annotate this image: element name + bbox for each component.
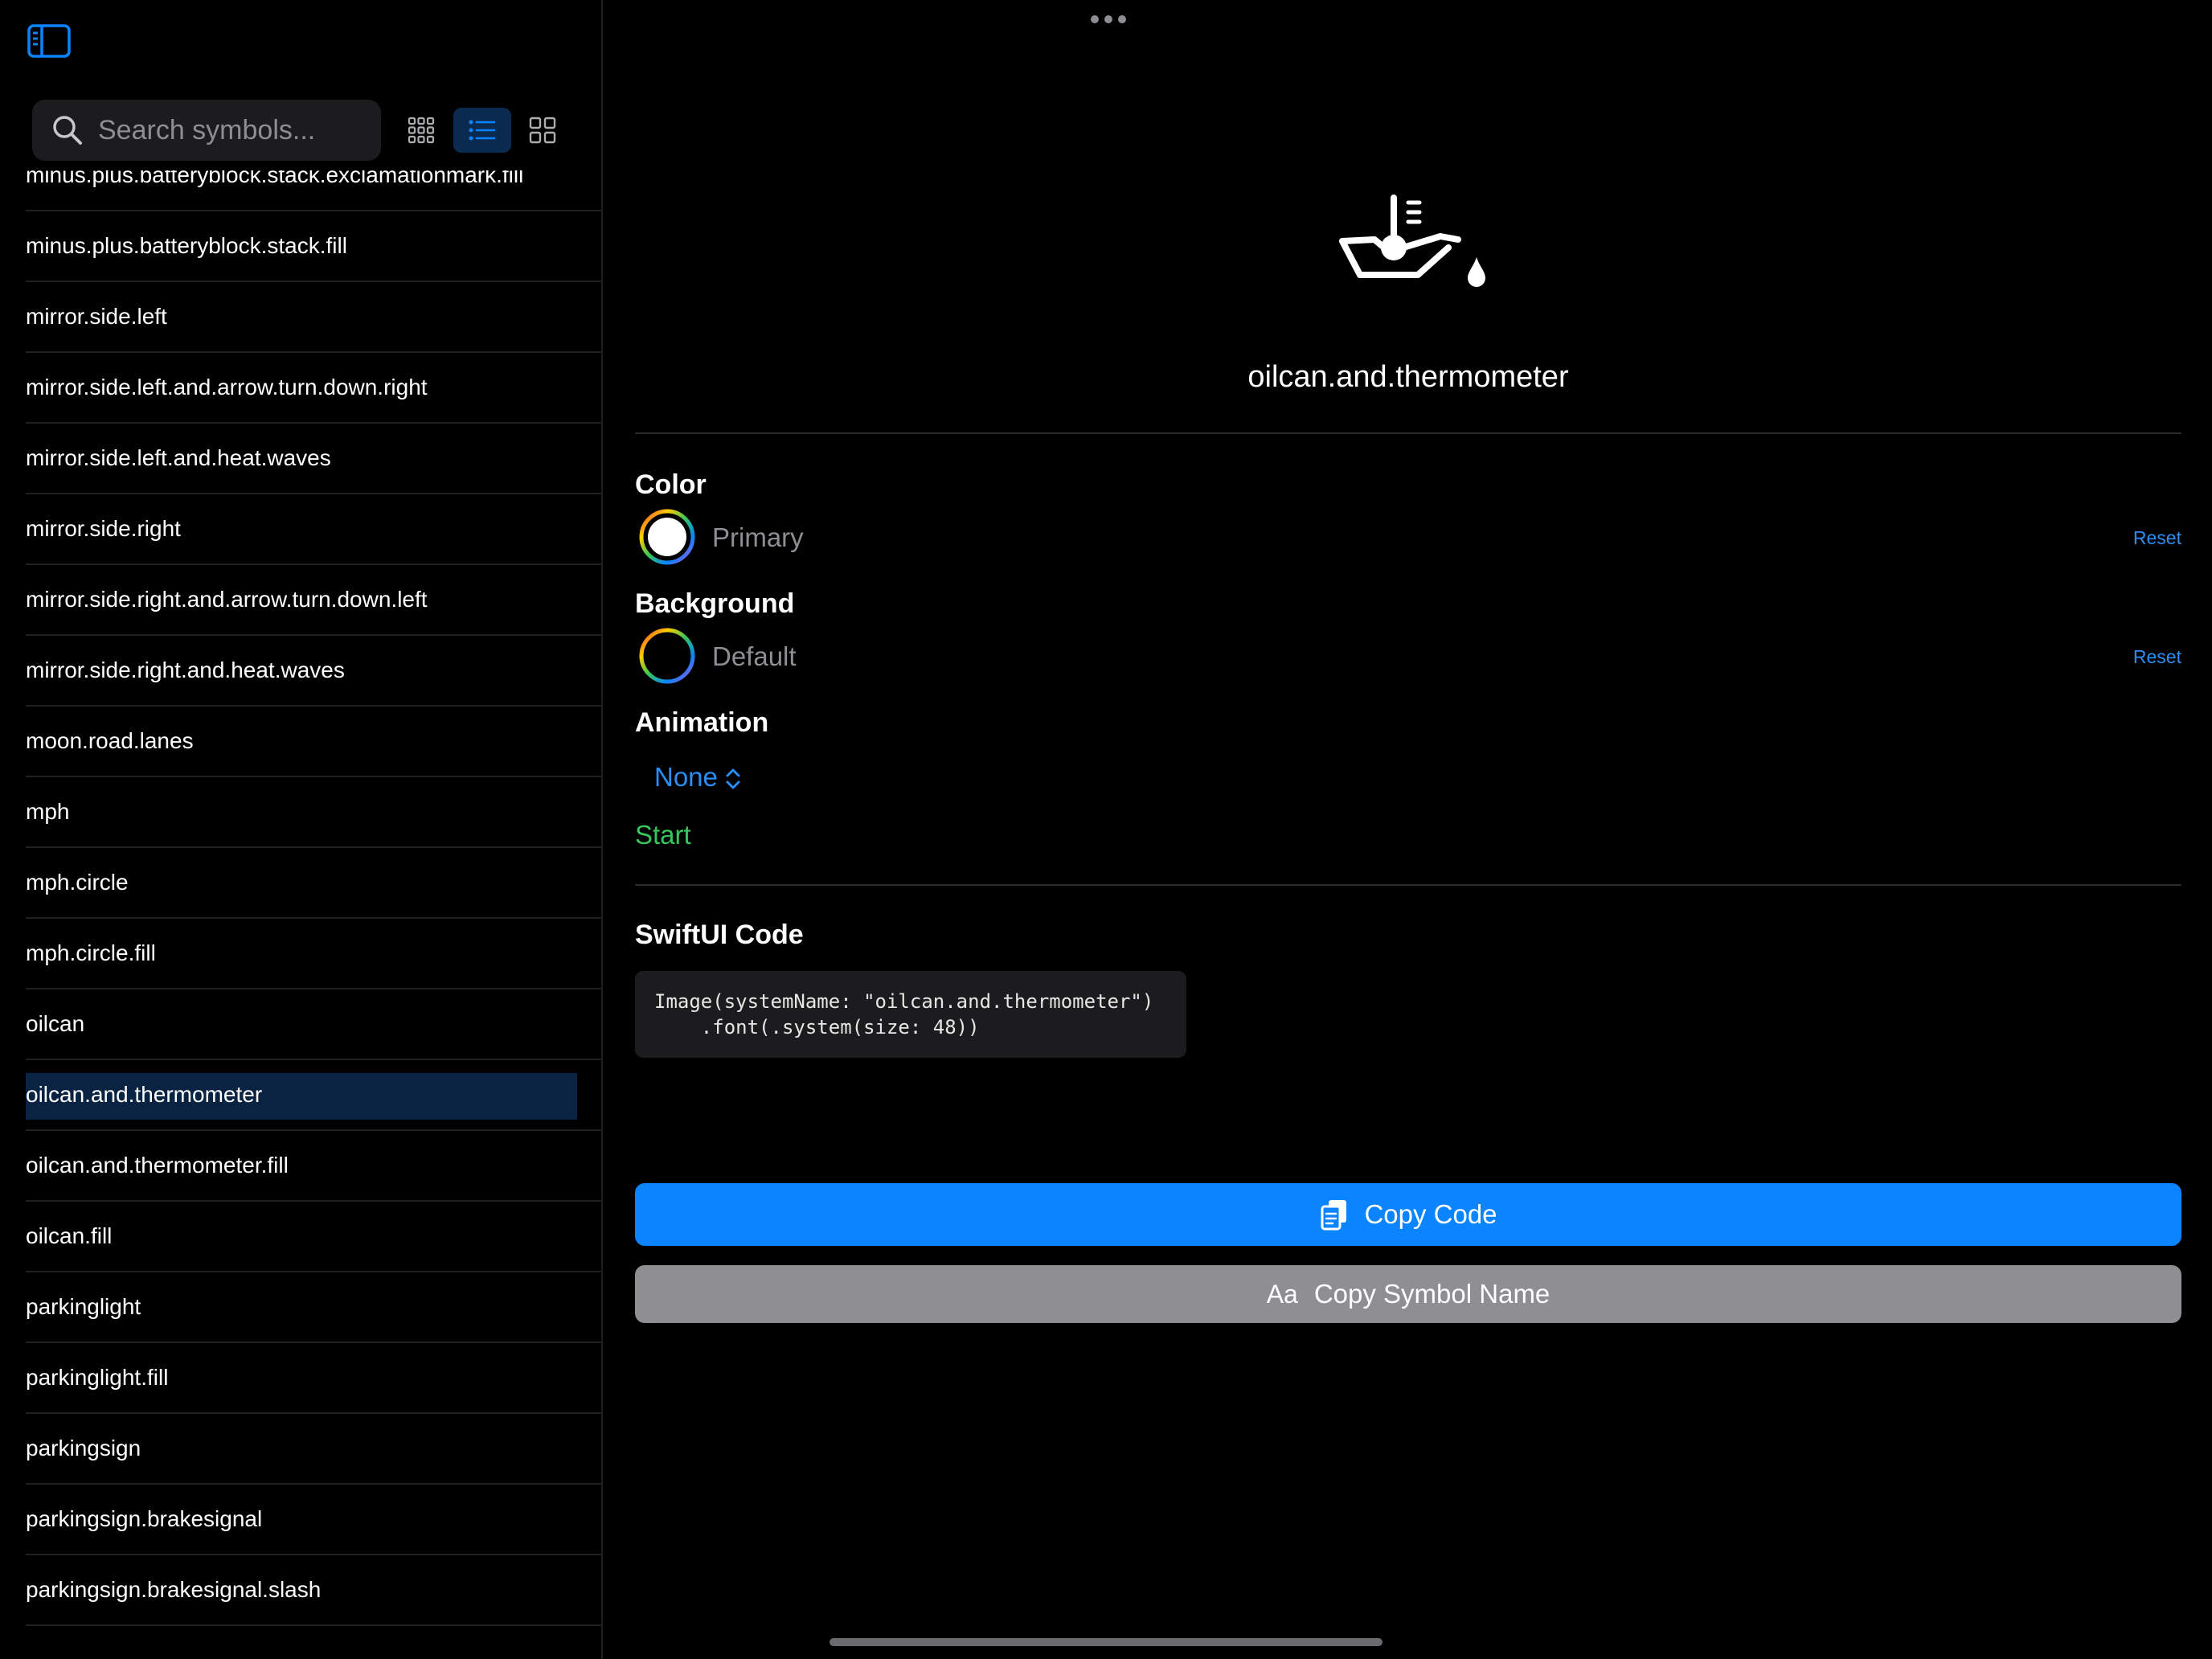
list-item[interactable]: mirror.side.left.and.heat.waves [26,424,601,494]
code-line: .font(.system(size: 48)) [654,1016,980,1038]
list-item-label: parkingsign [26,1436,141,1460]
animation-section-title: Animation [635,707,769,738]
copy-icon [1321,1200,1347,1231]
grid-large-icon [529,117,556,144]
list-item-label: mph.circle [26,870,129,895]
copy-symbol-name-button[interactable]: Aa Copy Symbol Name [635,1265,2181,1323]
list-item[interactable]: oilcan.fill [26,1202,601,1272]
code-line: Image(systemName: "oilcan.and.thermomete… [654,990,1154,1013]
list-item[interactable]: parkingsign.brakesignal.slash [26,1555,601,1626]
code-section-title: SwiftUI Code [635,920,804,950]
list-item[interactable]: minus.plus.batteryblock.stack.exclamatio… [26,170,601,211]
list-item-label: parkinglight.fill [26,1365,169,1390]
color-section-title: Color [635,469,707,500]
list-item-label: oilcan.fill [26,1223,113,1248]
grid-small-view-button[interactable] [392,108,450,153]
background-section-title: Background [635,588,795,619]
symbol-list: minus.plus.batteryblock.stack.exclamatio… [0,170,601,1659]
list-view-button[interactable] [453,108,511,153]
divider [635,432,2181,434]
list-item-label: mph [26,799,70,824]
search-field[interactable] [32,100,381,161]
list-item[interactable]: parkingsign [26,1414,601,1485]
background-reset-button[interactable]: Reset [2133,646,2181,668]
list-item-label: moon.road.lanes [26,728,194,753]
start-button[interactable]: Start [635,820,691,850]
list-item[interactable]: mirror.side.right.and.arrow.turn.down.le… [26,565,601,636]
list-item-label: minus.plus.batteryblock.stack.fill [26,233,347,258]
list-item-label: minus.plus.batteryblock.stack.exclamatio… [26,170,524,187]
search-input[interactable] [96,100,370,161]
divider [635,884,2181,886]
color-value: Primary [712,522,804,552]
list-item-label: mirror.side.left.and.arrow.turn.down.rig… [26,375,428,399]
list-item[interactable]: mirror.side.right [26,494,601,565]
list-item[interactable]: oilcan.and.thermometer.fill [26,1131,601,1202]
list-item-label: mirror.side.right [26,516,181,541]
background-picker-swatch[interactable] [638,627,696,685]
sidebar-toggle-icon[interactable] [27,24,71,58]
grid-large-view-button[interactable] [514,108,571,153]
copy-symbol-name-label: Copy Symbol Name [1313,1279,1550,1309]
animation-value: None [654,762,718,792]
sidebar: minus.plus.batteryblock.stack.exclamatio… [0,0,603,1659]
list-item[interactable]: mirror.side.right.and.heat.waves [26,636,601,707]
list-item-label: parkingsign.brakesignal.slash [26,1577,322,1602]
symbol-title: oilcan.and.thermometer [1247,360,1569,394]
color-reset-button[interactable]: Reset [2133,527,2181,549]
list-icon [469,120,496,141]
detail-panel: oilcan.and.thermometer Color Primary Res… [604,0,2212,1659]
list-item[interactable]: mirror.side.left [26,282,601,353]
copy-code-label: Copy Code [1364,1199,1497,1229]
list-item[interactable]: parkinglight [26,1272,601,1343]
oilcan-thermometer-icon [1336,191,1489,296]
list-item-label: mirror.side.right.and.heat.waves [26,657,345,682]
list-item[interactable]: mph [26,777,601,848]
home-indicator[interactable] [830,1638,1382,1646]
chevron-updown-icon [726,768,740,789]
list-item[interactable]: parkingsign.brakesignal [26,1485,601,1555]
list-item-label: mirror.side.left [26,304,167,329]
search-icon [51,114,84,146]
code-block: Image(systemName: "oilcan.and.thermomete… [635,971,1186,1058]
list-item-selected[interactable]: oilcan.and.thermometer [26,1060,601,1131]
copy-code-button[interactable]: Copy Code [635,1183,2181,1246]
list-item-label: oilcan.and.thermometer [26,1082,263,1107]
text-format-icon: Aa [1266,1279,1298,1309]
list-item[interactable]: mph.circle [26,848,601,919]
list-item-label: oilcan.and.thermometer.fill [26,1153,289,1178]
list-item-label: mph.circle.fill [26,940,156,965]
list-item[interactable]: moon.road.lanes [26,707,601,777]
list-item[interactable]: mirror.side.left.and.arrow.turn.down.rig… [26,353,601,424]
list-item-label: parkinglight [26,1294,141,1319]
background-value: Default [712,641,797,671]
list-item[interactable]: parkinglight.fill [26,1343,601,1414]
color-picker-swatch[interactable] [638,508,696,566]
animation-select[interactable]: None [654,762,742,793]
more-icon[interactable] [1088,11,1129,27]
list-item[interactable]: oilcan [26,989,601,1060]
list-item[interactable]: mph.circle.fill [26,919,601,989]
list-item-label: mirror.side.right.and.arrow.turn.down.le… [26,587,428,612]
grid-small-icon [408,117,435,144]
list-item[interactable]: minus.plus.batteryblock.stack.fill [26,211,601,282]
list-item-label: mirror.side.left.and.heat.waves [26,445,331,470]
list-item-label: parkingsign.brakesignal [26,1506,263,1531]
list-item-label: oilcan [26,1011,85,1036]
